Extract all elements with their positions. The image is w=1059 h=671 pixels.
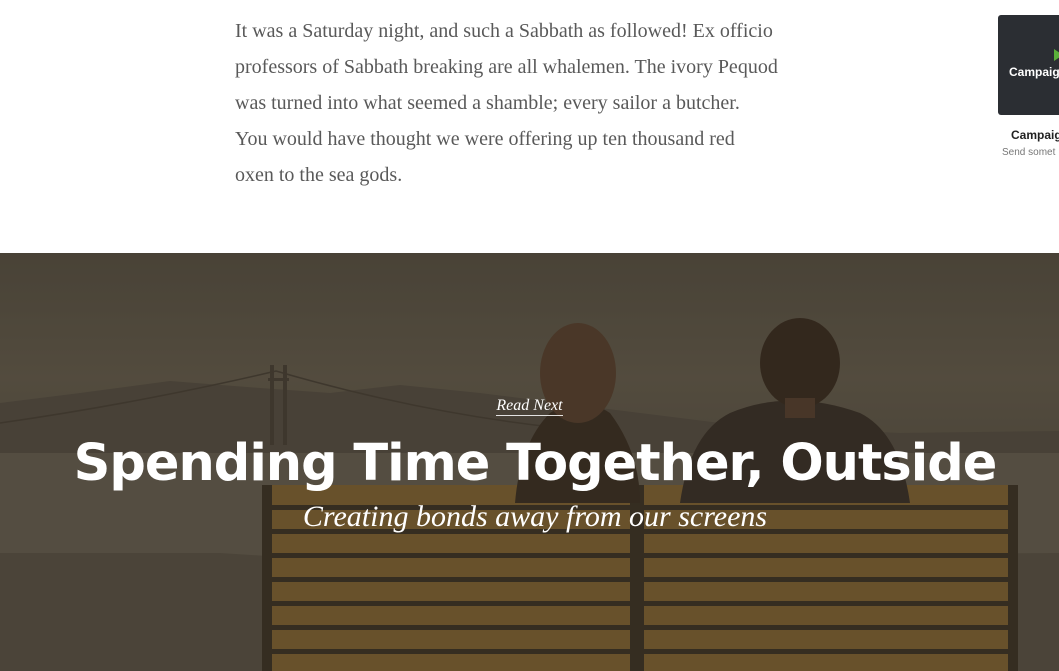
article-line-1: It was a Saturday night, and such a Sabb…	[235, 20, 773, 42]
article-line-2: professors of Sabbath breaking are all w…	[235, 56, 778, 78]
article-line-4: You would have thought we were offering …	[235, 128, 735, 150]
read-next-subtitle: Creating bonds away from our screens	[302, 500, 768, 533]
campaign-logo-icon	[1054, 49, 1059, 61]
ad-image[interactable]: Campaig	[998, 15, 1059, 115]
read-next-hero[interactable]: Read Next Spending Time Together, Outsid…	[0, 253, 1059, 671]
read-next-label: Read Next	[0, 397, 1059, 416]
article-line-3: was turned into what seemed a shamble; e…	[235, 92, 740, 114]
sponsored-ad[interactable]: Campaig Campaig Send somet	[998, 15, 1059, 158]
read-next-link[interactable]: Read Next	[496, 397, 563, 416]
ad-logo-text: Campaig	[1009, 65, 1059, 79]
article-body: It was a Saturday night, and such a Sabb…	[235, 13, 845, 193]
page: It was a Saturday night, and such a Sabb…	[0, 0, 1059, 671]
ad-title[interactable]: Campaig	[1011, 128, 1059, 142]
read-next-title[interactable]: Spending Time Together, Outside	[0, 429, 1059, 499]
article-line-5: oxen to the sea gods.	[235, 164, 403, 186]
ad-description: Send somet	[1002, 147, 1056, 158]
